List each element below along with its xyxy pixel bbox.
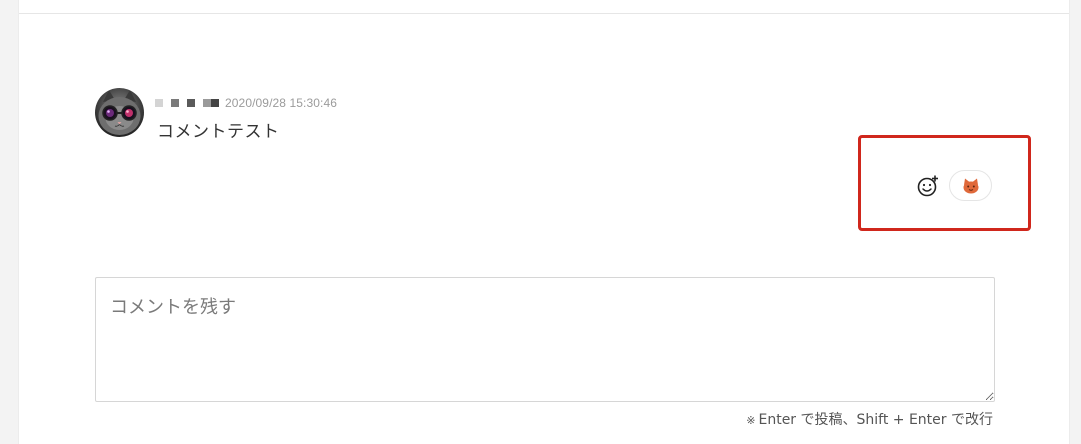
comment-meta: 2020/09/28 15:30:46	[155, 96, 337, 110]
highlight-annotation-box	[858, 135, 1031, 231]
hint-text: Enter で投稿、Shift + Enter で改行	[758, 412, 993, 428]
comment-body: コメントテスト	[157, 122, 280, 142]
cat-face-icon	[963, 178, 978, 193]
divider	[19, 13, 1069, 14]
reaction-chip-cat[interactable]	[949, 170, 992, 201]
cat-avatar-image	[98, 90, 141, 135]
comment-card: 2020/09/28 15:30:46 コメントテスト ※Enter で投稿、S…	[18, 0, 1070, 444]
comment-form	[95, 277, 995, 402]
add-emoji-icon	[917, 175, 938, 197]
submit-hint: ※ Enter で投稿、Shift + Enter で改行	[746, 409, 993, 429]
avatar[interactable]	[95, 88, 144, 137]
comment-input[interactable]	[95, 277, 995, 402]
comment-timestamp: 2020/09/28 15:30:46	[225, 96, 338, 110]
redacted-author-name	[155, 96, 219, 110]
hint-mark: ※	[746, 414, 756, 427]
comment-item: 2020/09/28 15:30:46 コメントテスト	[95, 88, 795, 142]
add-reaction-button[interactable]	[916, 174, 940, 198]
